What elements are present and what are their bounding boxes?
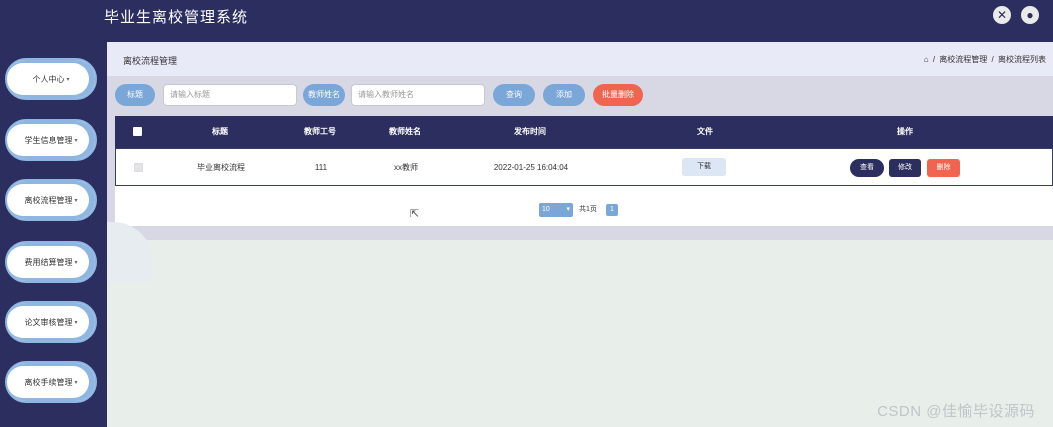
- column-header-teacher-id: 教师工号: [304, 127, 336, 136]
- page-size-value: 10: [542, 206, 550, 213]
- page-number-current[interactable]: 1: [606, 204, 618, 216]
- title-search-input[interactable]: 请输入标题: [163, 84, 297, 106]
- download-button[interactable]: 下载: [682, 158, 726, 176]
- breadcrumb-bar: 离校流程管理 ⌂ / 离校流程管理 / 离校流程列表: [107, 42, 1053, 76]
- breadcrumb: ⌂ / 离校流程管理 / 离校流程列表: [923, 54, 1047, 65]
- teacher-filter-label: 教师姓名: [303, 84, 345, 106]
- chevron-down-icon: ▾: [74, 379, 78, 386]
- chevron-down-icon: ▾: [566, 206, 570, 213]
- table-row: 毕业离校流程 111 xx教师 2022-01-25 16:04:04 下载 查…: [115, 148, 1053, 186]
- breadcrumb-item-process-management[interactable]: 离校流程管理: [939, 55, 987, 64]
- cell-title: 毕业离校流程: [197, 163, 245, 172]
- column-header-actions: 操作: [897, 127, 913, 136]
- column-header-file: 文件: [697, 127, 713, 136]
- column-header-teacher-name: 教师姓名: [389, 127, 421, 136]
- sidebar-item-label: 个人中心: [32, 74, 65, 84]
- delete-button[interactable]: 删除: [927, 159, 960, 177]
- chevron-down-icon: ▾: [66, 76, 70, 83]
- page-title: 离校流程管理: [123, 56, 178, 66]
- sidebar-item-personal-center[interactable]: 个人中心 ▾: [5, 58, 97, 100]
- home-icon[interactable]: ⌂: [924, 55, 929, 64]
- sidebar-item-leave-formalities[interactable]: 离校手续管理 ▾: [5, 361, 97, 403]
- close-icon[interactable]: ✕: [993, 6, 1011, 24]
- chevron-down-icon: ▾: [74, 137, 78, 144]
- column-header-title: 标题: [212, 127, 228, 136]
- query-button[interactable]: 查询: [493, 84, 535, 106]
- total-pages-text: 共1页: [579, 206, 597, 213]
- cell-publish-time: 2022-01-25 16:04:04: [493, 163, 569, 172]
- top-bar: 毕业生离校管理系统 ✕ ●: [0, 0, 1053, 42]
- list-panel: 离校流程管理 ⌂ / 离校流程管理 / 离校流程列表 标题 请输入标题 教师姓名…: [107, 42, 1053, 240]
- sidebar-item-leave-process[interactable]: 离校流程管理 ▾: [5, 179, 97, 221]
- breadcrumb-separator: /: [991, 55, 994, 64]
- title-filter-label: 标题: [115, 84, 155, 106]
- chevron-down-icon: ▾: [74, 197, 78, 204]
- sidebar-item-label: 费用结算管理: [24, 257, 73, 267]
- watermark: CSDN @佳愉毕设源码: [877, 403, 1035, 420]
- mouse-cursor-icon: ⇱: [410, 208, 420, 220]
- user-icon[interactable]: ●: [1021, 6, 1039, 24]
- row-checkbox[interactable]: [134, 163, 143, 172]
- breadcrumb-item-process-list: 离校流程列表: [998, 55, 1046, 64]
- table-header: 标题 教师工号 教师姓名 发布时间 文件 操作: [115, 116, 1053, 148]
- add-button[interactable]: 添加: [543, 84, 585, 106]
- sidebar: 个人中心 ▾ 学生信息管理 ▾ 离校流程管理 ▾ 费用结算管理 ▾ 论文审核管理 ▾ 离校…: [0, 42, 107, 427]
- cell-teacher-id: 111: [314, 163, 328, 172]
- cell-teacher-name: xx教师: [394, 163, 418, 172]
- column-header-publish-time: 发布时间: [514, 127, 546, 136]
- sidebar-item-label: 论文审核管理: [24, 317, 73, 327]
- teacher-search-input[interactable]: 请输入教师姓名: [351, 84, 485, 106]
- app-title: 毕业生离校管理系统: [104, 9, 249, 26]
- sidebar-item-fee-settlement[interactable]: 费用结算管理 ▾: [5, 241, 97, 283]
- select-all-checkbox[interactable]: [133, 127, 142, 136]
- chevron-down-icon: ▾: [74, 319, 78, 326]
- page-size-select[interactable]: 10 ▾: [539, 203, 573, 217]
- sidebar-item-thesis-review[interactable]: 论文审核管理 ▾: [5, 301, 97, 343]
- sidebar-item-label: 离校手续管理: [24, 377, 73, 387]
- chevron-down-icon: ▾: [74, 259, 78, 266]
- edit-button[interactable]: 修改: [889, 159, 921, 177]
- main-content: 离校流程管理 ⌂ / 离校流程管理 / 离校流程列表 标题 请输入标题 教师姓名…: [107, 42, 1053, 427]
- sidebar-item-student-info[interactable]: 学生信息管理 ▾: [5, 119, 97, 161]
- sidebar-item-label: 学生信息管理: [24, 135, 73, 145]
- view-button[interactable]: 查看: [850, 159, 884, 177]
- sidebar-item-label: 离校流程管理: [24, 195, 73, 205]
- breadcrumb-separator: /: [932, 55, 936, 64]
- batch-delete-button[interactable]: 批量删除: [593, 84, 643, 106]
